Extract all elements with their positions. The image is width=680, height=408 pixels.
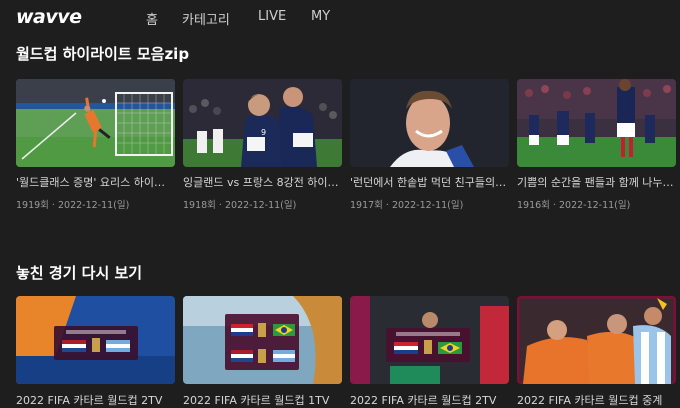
card-title: 2022 FIFA 카타르 월드컵 2TV (350, 394, 497, 407)
thumbnail-team-celebration[interactable] (517, 79, 676, 167)
card-title: 2022 FIFA 카타르 월드컵 2TV (16, 394, 163, 407)
nav-home[interactable]: 홈 (146, 9, 182, 28)
thumbnail-players-celebrate[interactable]: 9 (183, 79, 342, 167)
highlight-card[interactable]: 기쁨의 순간을 팬들과 함께 나누는 프랑스 1916회 · 2022-12-1… (517, 79, 676, 211)
highlight-card[interactable]: 9 잉글랜드 vs 프랑스 8강전 하이라이트 1918회 · 2022-12-… (183, 79, 342, 211)
highlights-row: '월드클래스 증명' 요리스 하이라이트 1919회 · 2022-12-11(… (16, 79, 676, 211)
highlight-card[interactable]: '월드클래스 증명' 요리스 하이라이트 1919회 · 2022-12-11(… (16, 79, 175, 211)
replay-card[interactable]: 2022 FIFA 카타르 월드컵 2TV (350, 296, 509, 408)
wavve-logo[interactable]: wavve (16, 6, 82, 28)
section-title-highlights: 월드컵 하이라이트 모음zip (16, 45, 190, 63)
thumbnail-goalkeeper-save[interactable] (16, 79, 175, 167)
card-title: 2022 FIFA 카타르 월드컵 중계 (517, 394, 663, 407)
thumbnail-player-smile[interactable] (350, 79, 509, 167)
card-title: 기쁨의 순간을 팬들과 함께 나누는 프랑스 (517, 176, 676, 189)
section-title-replays: 놓친 경기 다시 보기 (16, 264, 143, 282)
thumbnail-match-scoreboard-croatia-brazil[interactable] (183, 296, 342, 384)
highlight-card[interactable]: '런던에서 한솥밥 먹던 친구들의 대결' 1917회 · 2022-12-11… (350, 79, 509, 211)
nav-live[interactable]: LIVE (258, 9, 311, 28)
card-meta: 1918회 · 2022-12-11(일) (183, 200, 297, 211)
card-title: '월드클래스 증명' 요리스 하이라이트 (16, 176, 175, 189)
top-header: wavve 홈 카테고리 LIVE MY (0, 0, 680, 36)
card-title: 2022 FIFA 카타르 월드컵 1TV (183, 394, 330, 407)
replays-row: 2022 FIFA 카타르 월드컵 2TV 2022 FIFA 카타르 월드컵 … (16, 296, 676, 408)
replay-card[interactable]: 2022 FIFA 카타르 월드컵 1TV (183, 296, 342, 408)
card-meta: 1919회 · 2022-12-11(일) (16, 200, 130, 211)
card-meta: 1917회 · 2022-12-11(일) (350, 200, 464, 211)
replay-card[interactable]: 2022 FIFA 카타르 월드컵 중계 (517, 296, 676, 408)
svg-text:9: 9 (261, 128, 266, 137)
nav-category[interactable]: 카테고리 (182, 9, 258, 28)
thumbnail-players-scuffle[interactable] (517, 296, 676, 384)
main-nav: 홈 카테고리 LIVE MY (146, 9, 341, 28)
thumbnail-match-scoreboard-netherlands-argentina[interactable] (16, 296, 175, 384)
card-title: 잉글랜드 vs 프랑스 8강전 하이라이트 (183, 176, 342, 189)
card-title: '런던에서 한솥밥 먹던 친구들의 대결' (350, 176, 509, 189)
card-meta: 1916회 · 2022-12-11(일) (517, 200, 631, 211)
replay-card[interactable]: 2022 FIFA 카타르 월드컵 2TV (16, 296, 175, 408)
thumbnail-match-scoreboard-croatia-brazil-2[interactable] (350, 296, 509, 384)
nav-my[interactable]: MY (311, 9, 341, 28)
